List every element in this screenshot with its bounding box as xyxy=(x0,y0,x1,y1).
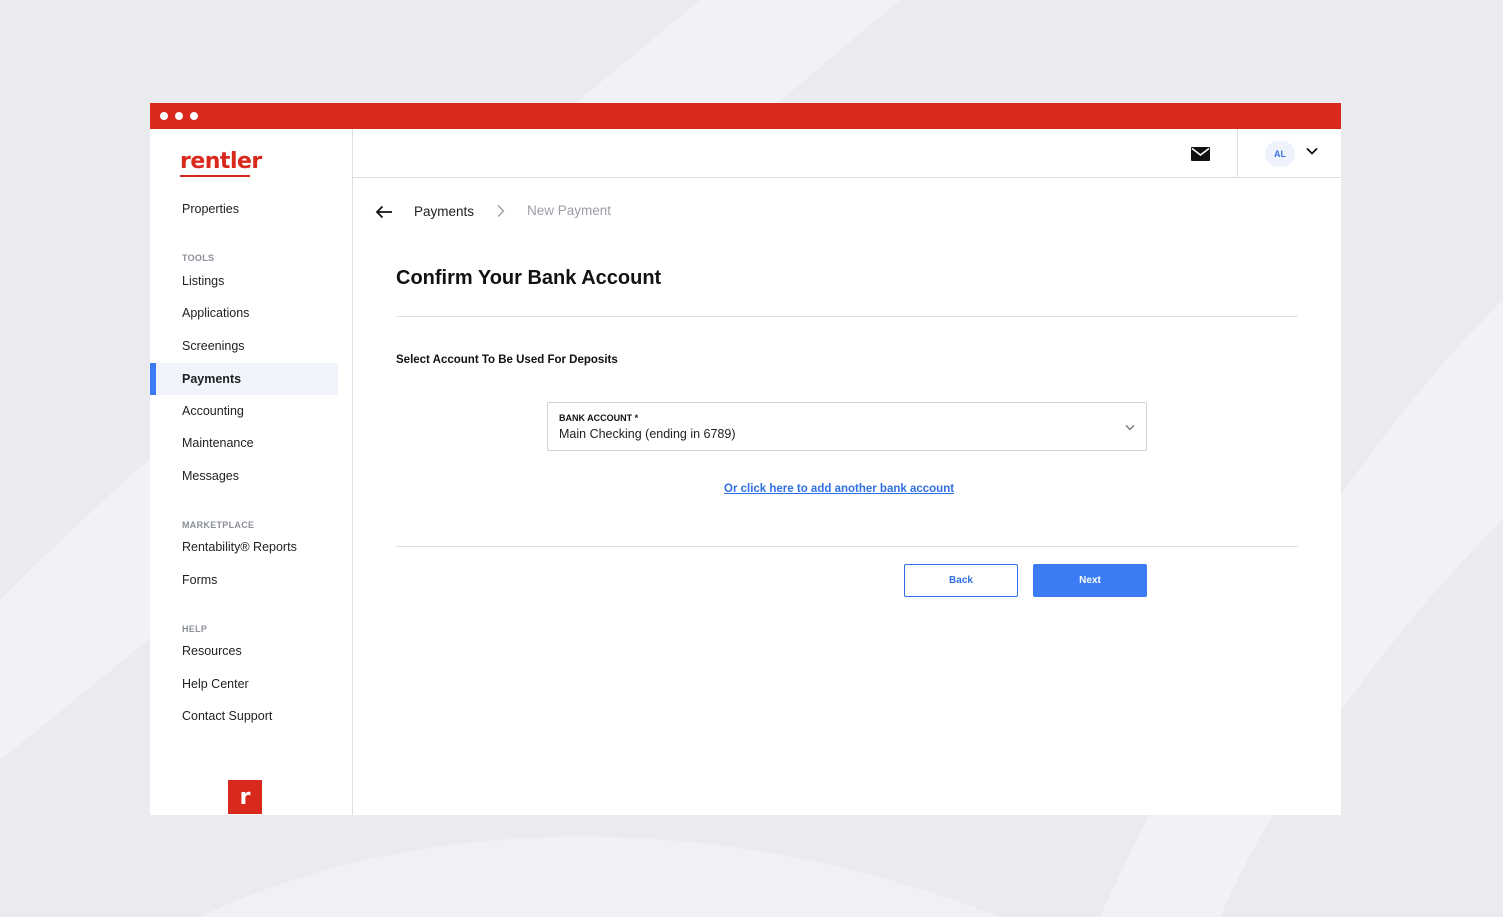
sidebar-item-label: Screenings xyxy=(182,339,245,353)
page-title: Confirm Your Bank Account xyxy=(396,267,662,289)
chevron-down-icon[interactable] xyxy=(1306,147,1318,155)
sidebar-item-label: Properties xyxy=(182,202,239,216)
window-dot-icon[interactable] xyxy=(190,112,198,120)
sidebar-item-label: Resources xyxy=(182,644,242,658)
breadcrumb-payments[interactable]: Payments xyxy=(414,204,474,219)
sidebar-item-label: Listings xyxy=(182,274,225,288)
main-content: Payments New Payment Confirm Your Bank A… xyxy=(353,178,1341,815)
bank-account-value: Main Checking (ending in 6789) xyxy=(559,427,736,441)
sidebar-item-properties[interactable]: Properties xyxy=(150,193,338,225)
back-button[interactable]: Back xyxy=(904,564,1018,597)
sidebar-item-label: Forms xyxy=(182,573,218,587)
sidebar-item-label: Payments xyxy=(182,372,242,386)
avatar[interactable]: AL xyxy=(1265,141,1295,167)
next-button[interactable]: Next xyxy=(1033,564,1147,597)
sidebar-item-label: Accounting xyxy=(182,404,244,418)
window-dot-icon[interactable] xyxy=(175,112,183,120)
sidebar-section-help: HELP xyxy=(182,624,208,634)
sidebar-item-label: Help Center xyxy=(182,677,249,691)
rentler-logo[interactable]: rentler xyxy=(180,149,262,174)
app-window: rentler Properties TOOLS Listings Applic… xyxy=(150,103,1341,815)
breadcrumb-current: New Payment xyxy=(527,203,612,218)
rentler-r-logo: r xyxy=(228,780,262,814)
sidebar-item-label: Applications xyxy=(182,306,250,320)
sidebar-item-accounting[interactable]: Accounting xyxy=(150,395,338,427)
sidebar-item-maintenance[interactable]: Maintenance xyxy=(150,427,338,459)
mail-icon[interactable] xyxy=(1191,147,1210,161)
sidebar-item-contact-support[interactable]: Contact Support xyxy=(150,700,338,732)
sidebar-item-label: Messages xyxy=(182,469,239,483)
sidebar-item-help-center[interactable]: Help Center xyxy=(150,668,338,700)
chevron-down-icon xyxy=(1125,425,1135,431)
sidebar-item-listings[interactable]: Listings xyxy=(150,265,338,297)
topbar-divider xyxy=(1237,129,1238,177)
window-dot-icon[interactable] xyxy=(160,112,168,120)
bank-account-label: BANK ACCOUNT * xyxy=(559,413,639,423)
chevron-right-icon xyxy=(497,205,505,217)
sidebar-section-marketplace: MARKETPLACE xyxy=(182,520,255,530)
bank-account-select[interactable]: BANK ACCOUNT * Main Checking (ending in … xyxy=(547,402,1147,451)
sidebar-item-resources[interactable]: Resources xyxy=(150,635,338,667)
sidebar-item-screenings[interactable]: Screenings xyxy=(150,330,338,362)
sidebar-item-messages[interactable]: Messages xyxy=(150,460,338,492)
sidebar-item-label: Rentability® Reports xyxy=(182,540,297,554)
sidebar-item-payments[interactable]: Payments xyxy=(150,363,338,395)
divider xyxy=(396,546,1298,547)
sidebar-item-label: Contact Support xyxy=(182,709,273,723)
window-titlebar xyxy=(150,103,1341,129)
back-arrow-icon[interactable] xyxy=(375,205,393,219)
divider xyxy=(396,316,1298,317)
section-label: Select Account To Be Used For Deposits xyxy=(396,354,618,366)
sidebar-item-forms[interactable]: Forms xyxy=(150,564,338,596)
add-bank-account-link[interactable]: Or click here to add another bank accoun… xyxy=(724,483,954,495)
sidebar-item-rentability-reports[interactable]: Rentability® Reports xyxy=(150,531,338,563)
top-bar: AL xyxy=(353,129,1341,178)
sidebar-section-tools: TOOLS xyxy=(182,253,215,263)
logo-underline xyxy=(180,175,250,177)
sidebar-item-applications[interactable]: Applications xyxy=(150,297,338,329)
sidebar-item-label: Maintenance xyxy=(182,436,254,450)
sidebar: rentler Properties TOOLS Listings Applic… xyxy=(150,129,353,815)
